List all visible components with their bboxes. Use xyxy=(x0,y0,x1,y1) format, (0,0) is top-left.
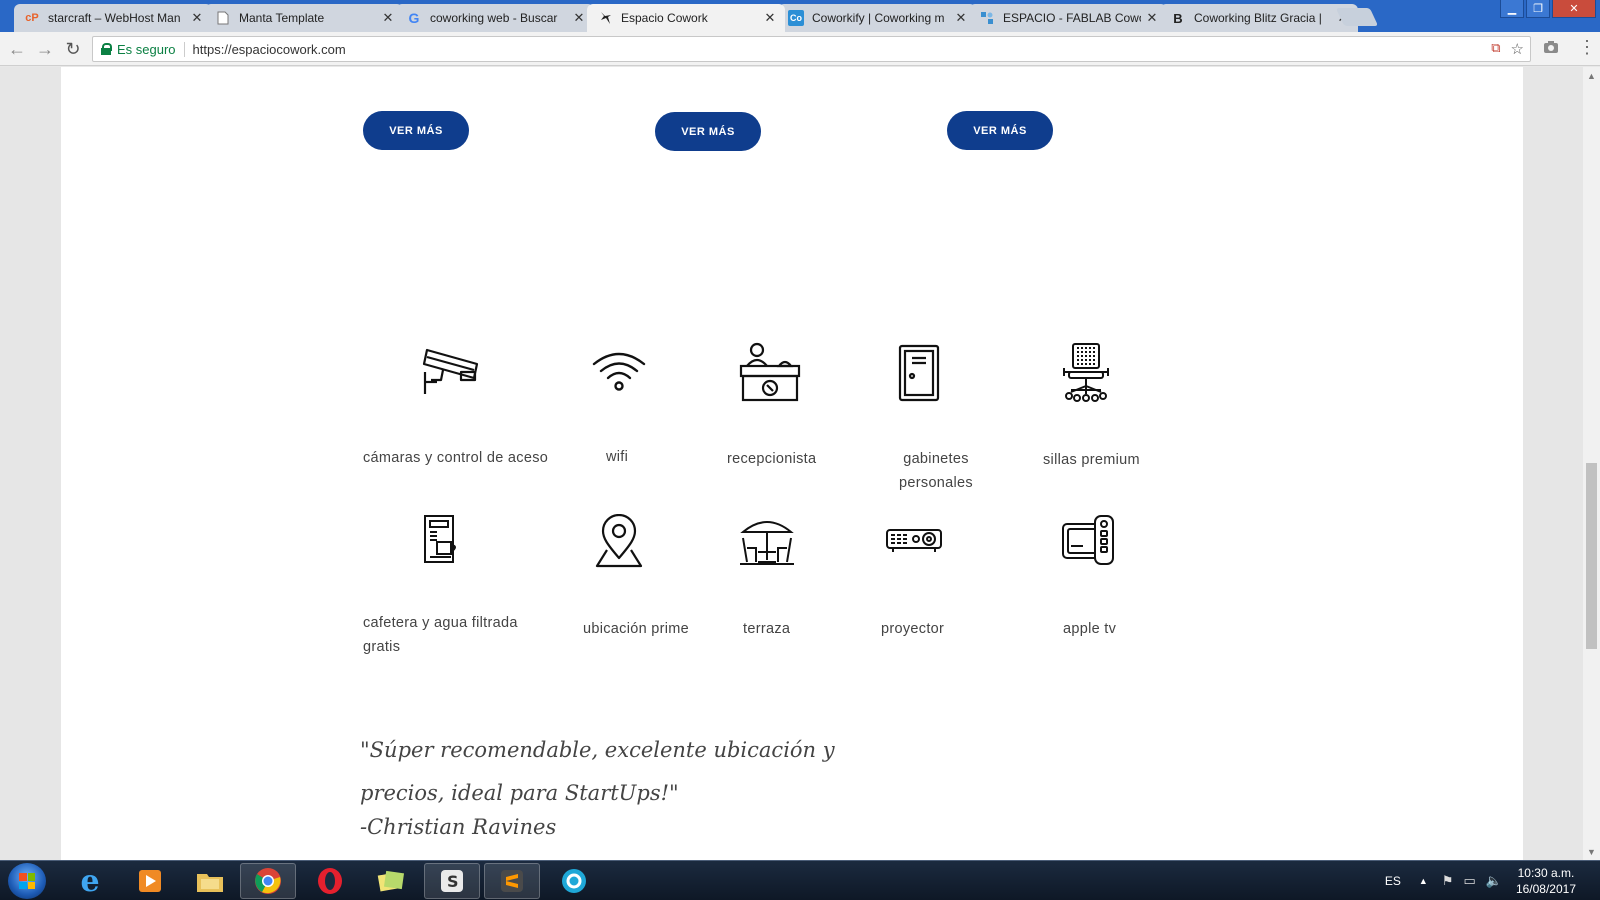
opera-icon[interactable] xyxy=(302,863,358,899)
sticky-notes-icon[interactable] xyxy=(362,863,418,899)
ver-mas-button[interactable]: VER MÁS xyxy=(363,111,469,150)
settings-app-icon[interactable] xyxy=(546,863,602,899)
maximize-icon[interactable]: ❐ xyxy=(1526,0,1550,18)
page-content: VER MÁS VER MÁS VER MÁS cámaras y contro… xyxy=(61,67,1523,860)
slack-icon[interactable]: S xyxy=(424,863,480,899)
start-button[interactable] xyxy=(8,863,46,899)
browser-tab-strip: cP starcraft – WebHost Man ✕ Manta Templ… xyxy=(0,0,1600,32)
testimonial-author: -Christian Ravines xyxy=(360,815,557,839)
tab-blitz-gracia[interactable]: B Coworking Blitz Gracia | ✕ xyxy=(1160,4,1358,32)
language-indicator[interactable]: ES xyxy=(1385,874,1401,888)
scroll-up-icon[interactable]: ▲ xyxy=(1583,67,1600,84)
page-scrollbar[interactable]: ▲ ▼ xyxy=(1583,67,1600,860)
coworkify-icon: Co xyxy=(788,10,804,26)
feature-label: proyector xyxy=(881,621,945,637)
tab-manta-template[interactable]: Manta Template ✕ xyxy=(205,4,403,32)
close-tab-icon[interactable]: ✕ xyxy=(381,10,395,26)
scroll-down-icon[interactable]: ▼ xyxy=(1583,843,1600,860)
reception-desk-icon xyxy=(739,342,801,402)
forward-icon[interactable]: → xyxy=(34,38,56,60)
internet-explorer-icon[interactable]: e xyxy=(62,863,118,899)
file-explorer-icon[interactable] xyxy=(182,863,238,899)
tab-google-search[interactable]: G coworking web - Buscar ✕ xyxy=(396,4,594,32)
tab-espacio-cowork[interactable]: Espacio Cowork ✕ xyxy=(587,4,785,32)
minimize-icon[interactable]: ▁ xyxy=(1500,0,1524,18)
new-tab-button[interactable] xyxy=(1335,8,1379,26)
tab-title: Manta Template xyxy=(239,11,325,25)
close-tab-icon[interactable]: ✕ xyxy=(190,10,204,26)
security-camera-icon xyxy=(422,348,479,394)
show-hidden-icons-icon[interactable]: ▲ xyxy=(1419,876,1428,886)
action-center-icon[interactable]: ⚑ xyxy=(1442,873,1454,889)
sublime-text-icon[interactable] xyxy=(484,863,540,899)
tab-title: coworking web - Buscar xyxy=(430,11,558,25)
projector-icon xyxy=(886,529,942,552)
secure-label: Es seguro xyxy=(117,41,185,57)
feature-label: terraza xyxy=(743,621,791,637)
lock-icon xyxy=(101,43,112,55)
map-pin-icon xyxy=(595,514,643,568)
locker-icon xyxy=(898,344,940,402)
google-icon: G xyxy=(408,10,420,26)
network-icon[interactable]: ▭ xyxy=(1463,873,1475,889)
ver-mas-button[interactable]: VER MÁS xyxy=(947,111,1053,150)
clock[interactable]: 10:30 a.m. 16/08/2017 xyxy=(1516,865,1576,897)
system-tray: ES ▲ ⚑ ▭ 🔈 10:30 a.m. 16/08/2017 xyxy=(1385,861,1600,900)
scrollbar-thumb[interactable] xyxy=(1586,463,1597,649)
tab-title: Coworkify | Coworking m xyxy=(812,11,945,25)
media-player-icon[interactable] xyxy=(122,863,178,899)
browser-toolbar: ← → ↻ Es seguro https://espaciocowork.co… xyxy=(0,32,1600,66)
feature-label: cámaras y control de aceso xyxy=(363,450,549,466)
tab-title: Espacio Cowork xyxy=(621,11,708,25)
windows-logo-icon xyxy=(19,873,35,889)
terrace-table-icon xyxy=(740,521,794,565)
feature-label: sillas premium xyxy=(1043,452,1140,468)
windows-taskbar: e S ES ▲ ⚑ ▭ 🔈 10:30 a.m. 16/08/2017 xyxy=(0,860,1600,900)
clock-date: 16/08/2017 xyxy=(1515,882,1576,896)
back-icon[interactable]: ← xyxy=(6,38,28,60)
close-tab-icon[interactable]: ✕ xyxy=(1145,10,1159,26)
close-tab-icon[interactable]: ✕ xyxy=(572,10,586,26)
testimonial-quote: "Súper recomendable, excelente ubicación… xyxy=(360,738,835,805)
coffee-maker-icon xyxy=(424,515,456,563)
close-tab-icon[interactable]: ✕ xyxy=(763,10,777,26)
menu-icon[interactable]: ⋮ xyxy=(1578,37,1596,58)
bookmark-star-icon[interactable]: ☆ xyxy=(1511,40,1524,58)
reload-icon[interactable]: ↻ xyxy=(62,38,84,60)
clock-time: 10:30 a.m. xyxy=(1517,866,1575,880)
feature-label: cafetera y agua filtrada gratis xyxy=(363,615,518,655)
espacio-cowork-icon xyxy=(597,10,613,26)
tab-fablab[interactable]: ESPACIO - FABLAB Cowo ✕ xyxy=(969,4,1167,32)
volume-icon[interactable]: 🔈 xyxy=(1486,873,1502,889)
svg-text:S: S xyxy=(447,872,459,891)
page-viewport: VER MÁS VER MÁS VER MÁS cámaras y contro… xyxy=(0,67,1583,860)
fablab-icon xyxy=(979,10,995,26)
feature-label: gabinetes personales xyxy=(899,451,973,491)
document-icon xyxy=(215,10,231,26)
close-window-icon[interactable]: ✕ xyxy=(1552,0,1596,18)
wifi-icon xyxy=(592,352,646,391)
office-chair-icon xyxy=(1063,343,1109,402)
feature-label: apple tv xyxy=(1063,621,1117,637)
blocked-popup-icon[interactable]: ⧉ xyxy=(1491,40,1500,58)
tab-coworkify[interactable]: Co Coworkify | Coworking m ✕ xyxy=(778,4,976,32)
window-controls: ▁ ❐ ✕ xyxy=(1500,0,1596,20)
ver-mas-button[interactable]: VER MÁS xyxy=(655,112,761,151)
cpanel-icon: cP xyxy=(25,12,39,24)
tab-title: starcraft – WebHost Man xyxy=(48,11,181,25)
feature-label: recepcionista xyxy=(727,451,817,467)
feature-label: wifi xyxy=(606,449,629,465)
close-tab-icon[interactable]: ✕ xyxy=(954,10,968,26)
tab-title: ESPACIO - FABLAB Cowo xyxy=(1003,11,1141,25)
camera-icon[interactable] xyxy=(1543,40,1559,59)
tab-title: Coworking Blitz Gracia | xyxy=(1194,11,1322,25)
tab-starcraft[interactable]: cP starcraft – WebHost Man ✕ xyxy=(14,4,212,32)
feature-label: ubicación prime xyxy=(583,621,690,637)
address-bar[interactable]: Es seguro https://espaciocowork.com ⧉ ☆ xyxy=(92,36,1531,62)
apple-tv-icon xyxy=(1062,515,1114,565)
blitz-icon: B xyxy=(1173,10,1183,26)
chrome-taskbar-icon[interactable] xyxy=(240,863,296,899)
url-text[interactable]: https://espaciocowork.com xyxy=(193,42,346,57)
